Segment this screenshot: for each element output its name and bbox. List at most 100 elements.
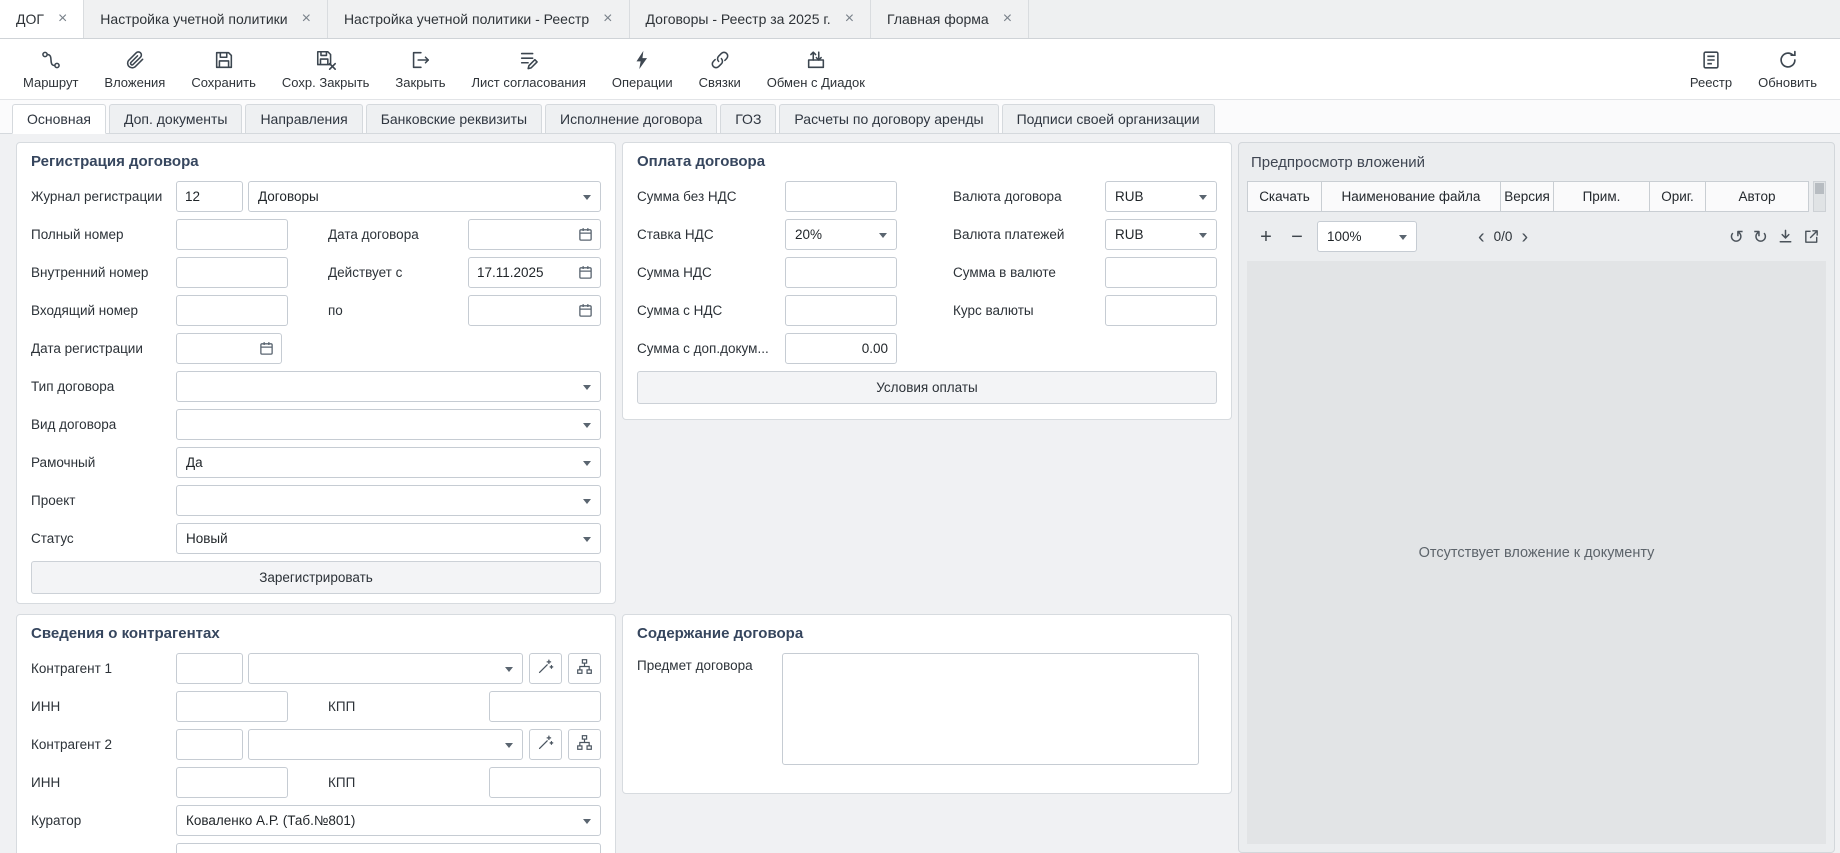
frame-contract-select[interactable]: Да xyxy=(176,447,601,478)
counterparty2-hierarchy-button[interactable] xyxy=(568,729,601,760)
zoom-out-button[interactable]: − xyxy=(1286,227,1308,247)
download-icon[interactable] xyxy=(1777,228,1794,245)
save-button[interactable]: Сохранить xyxy=(178,39,269,99)
column-version[interactable]: Версия xyxy=(1501,181,1554,212)
zoom-level-select[interactable]: 100% xyxy=(1317,221,1417,252)
register-button[interactable]: Зарегистрировать xyxy=(31,561,601,594)
close-icon[interactable]: × xyxy=(603,11,612,27)
scrollbar[interactable] xyxy=(1813,181,1826,212)
approval-sheet-button[interactable]: Лист согласования xyxy=(459,39,599,99)
column-author[interactable]: Автор xyxy=(1706,181,1809,212)
tab-contract-execution[interactable]: Исполнение договора xyxy=(545,104,717,133)
prev-page-button[interactable]: ‹ xyxy=(1478,227,1485,247)
contract-type-select[interactable] xyxy=(176,371,601,402)
chevron-down-icon xyxy=(583,423,591,428)
pay-currency-select[interactable]: RUB xyxy=(1105,219,1217,250)
tab-main[interactable]: Основная xyxy=(12,104,106,134)
column-filename[interactable]: Наименование файла xyxy=(1322,181,1501,212)
counterparty1-hierarchy-button[interactable] xyxy=(568,653,601,684)
counterparty1-inn-input[interactable] xyxy=(176,691,288,722)
counterparty1-suggest-button[interactable] xyxy=(529,653,562,684)
sum-in-currency-input[interactable] xyxy=(1105,257,1217,288)
curator-value: Коваленко А.Р. (Таб.№801) xyxy=(186,813,355,828)
scrollbar-thumb[interactable] xyxy=(1815,183,1824,194)
tab-directions[interactable]: Направления xyxy=(245,104,362,133)
counterparty1-kpp-input[interactable] xyxy=(489,691,601,722)
calendar-icon[interactable] xyxy=(578,227,593,242)
counterparty1-code-input[interactable] xyxy=(176,653,243,684)
valid-to-input[interactable] xyxy=(477,303,578,318)
contract-subject-textarea[interactable] xyxy=(782,653,1199,765)
counterparty-extra-select[interactable] xyxy=(176,843,601,853)
rotate-left-icon[interactable]: ↺ xyxy=(1729,228,1744,246)
sum-no-vat-input[interactable] xyxy=(785,181,897,212)
contract-currency-select[interactable]: RUB xyxy=(1105,181,1217,212)
full-number-input[interactable] xyxy=(176,219,288,250)
counterparty2-inn-input[interactable] xyxy=(176,767,288,798)
links-button[interactable]: Связки xyxy=(686,39,754,99)
journal-row: Журнал регистрации Договоры xyxy=(31,181,601,212)
window-tab-dog[interactable]: ДОГ × xyxy=(0,0,84,38)
calendar-icon[interactable] xyxy=(578,265,593,280)
journal-number-input[interactable] xyxy=(176,181,243,212)
save-close-button[interactable]: Сохр. Закрыть xyxy=(269,39,383,99)
journal-label: Журнал регистрации xyxy=(31,189,176,204)
counterparty2-kpp-input[interactable] xyxy=(489,767,601,798)
calendar-icon[interactable] xyxy=(578,303,593,318)
payment-terms-button[interactable]: Условия оплаты xyxy=(637,371,1217,404)
journal-select[interactable]: Договоры xyxy=(248,181,601,212)
valid-from-input[interactable] xyxy=(477,265,578,280)
route-button[interactable]: Маршрут xyxy=(10,39,91,99)
close-icon[interactable]: × xyxy=(1003,11,1012,27)
calendar-icon[interactable] xyxy=(259,341,274,356)
internal-number-input[interactable] xyxy=(176,257,288,288)
close-icon[interactable]: × xyxy=(845,11,854,27)
vat-sum-input[interactable] xyxy=(785,257,897,288)
tab-additional-documents[interactable]: Доп. документы xyxy=(109,104,242,133)
counterparty2-code-input[interactable] xyxy=(176,729,243,760)
column-original[interactable]: Ориг. xyxy=(1650,181,1706,212)
curator-select[interactable]: Коваленко А.Р. (Таб.№801) xyxy=(176,805,601,836)
internal-number-label: Внутренний номер xyxy=(31,265,176,280)
contract-subject-panel: Содержание договора Предмет договора xyxy=(622,614,1232,794)
diadoc-exchange-button[interactable]: Обмен с Диадок xyxy=(754,39,878,99)
tab-goz[interactable]: ГОЗ xyxy=(720,104,776,133)
window-tab-accounting-policy[interactable]: Настройка учетной политики × xyxy=(84,0,328,38)
window-tab-contracts-registry[interactable]: Договоры - Реестр за 2025 г. × xyxy=(630,0,872,38)
operations-button[interactable]: Операции xyxy=(599,39,686,99)
status-select[interactable]: Новый xyxy=(176,523,601,554)
column-note[interactable]: Прим. xyxy=(1554,181,1650,212)
window-tab-accounting-policy-registry[interactable]: Настройка учетной политики - Реестр × xyxy=(328,0,630,38)
close-icon[interactable]: × xyxy=(302,11,311,27)
attachments-button[interactable]: Вложения xyxy=(91,39,178,99)
column-download[interactable]: Скачать xyxy=(1247,181,1322,212)
counterparty1-select[interactable] xyxy=(248,653,523,684)
registry-button[interactable]: Реестр xyxy=(1677,39,1745,99)
zoom-in-button[interactable]: + xyxy=(1255,227,1277,247)
contract-kind-select[interactable] xyxy=(176,409,601,440)
tab-organization-signatures[interactable]: Подписи своей организации xyxy=(1002,104,1215,133)
close-button[interactable]: Закрыть xyxy=(382,39,458,99)
next-page-button[interactable]: › xyxy=(1521,227,1528,247)
counterparty2-suggest-button[interactable] xyxy=(529,729,562,760)
sum-add-doc-input[interactable] xyxy=(785,333,897,364)
tab-lease-calculations[interactable]: Расчеты по договору аренды xyxy=(779,104,998,133)
incoming-number-input[interactable] xyxy=(176,295,288,326)
open-external-icon[interactable] xyxy=(1803,228,1820,245)
window-tab-main-form[interactable]: Главная форма × xyxy=(871,0,1029,38)
vat-rate-select[interactable]: 20% xyxy=(785,219,897,250)
counterparty2-select[interactable] xyxy=(248,729,523,760)
zoom-level-value: 100% xyxy=(1327,229,1362,244)
project-select[interactable] xyxy=(176,485,601,516)
sum-with-vat-input[interactable] xyxy=(785,295,897,326)
registration-date-input[interactable] xyxy=(185,341,259,356)
rotate-right-icon[interactable]: ↻ xyxy=(1753,228,1768,246)
refresh-button[interactable]: Обновить xyxy=(1745,39,1830,99)
magic-wand-icon xyxy=(537,734,554,756)
currency-rate-input[interactable] xyxy=(1105,295,1217,326)
close-icon[interactable]: × xyxy=(58,11,67,27)
contract-date-input[interactable] xyxy=(477,227,578,242)
sum-add-doc-row: Сумма с доп.докум... xyxy=(637,333,1217,364)
registration-date-label: Дата регистрации xyxy=(31,341,176,356)
tab-bank-details[interactable]: Банковские реквизиты xyxy=(366,104,542,133)
